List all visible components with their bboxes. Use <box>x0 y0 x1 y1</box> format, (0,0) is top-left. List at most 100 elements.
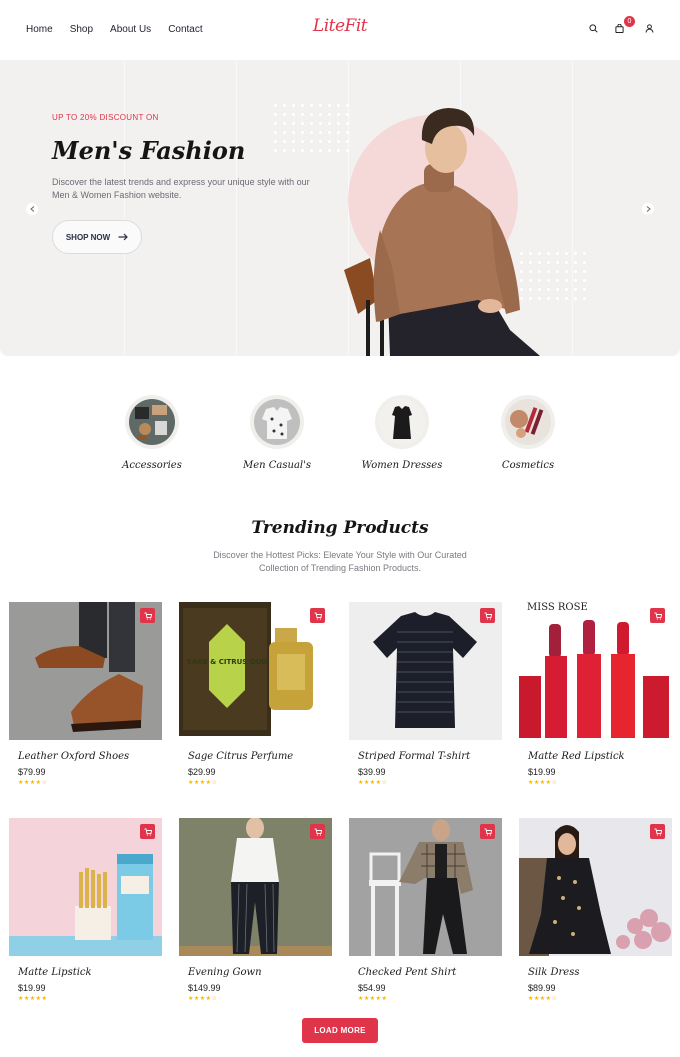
category-men-casuals[interactable]: Men Casual's <box>222 395 332 471</box>
product-rating: ★★★★☆ <box>188 996 218 1002</box>
decor-dot <box>283 122 286 125</box>
product-name[interactable]: Striped Formal T-shirt <box>358 751 502 762</box>
hero-dot-pattern <box>274 104 349 152</box>
product-card[interactable]: SAGE & CITRUS OUD Sage Citrus Perfume $2… <box>179 602 332 802</box>
shopping-bag-icon[interactable]: 0 <box>612 16 635 35</box>
product-image-striped-formal-tshirt <box>349 602 502 740</box>
load-more-button[interactable]: LOAD MORE <box>302 1018 378 1043</box>
search-icon[interactable] <box>586 21 600 35</box>
decor-dot <box>283 140 286 143</box>
category-women-dresses[interactable]: Women Dresses <box>347 395 457 471</box>
product-name[interactable]: Sage Citrus Perfume <box>188 751 332 762</box>
decor-dot <box>328 140 331 143</box>
hero-eyebrow: UP TO 20% DISCOUNT ON <box>52 113 159 122</box>
decor-dot <box>574 261 577 264</box>
decor-dot <box>319 104 322 107</box>
decor-dot <box>565 288 568 291</box>
decor-dot <box>328 149 331 152</box>
decor-dot <box>583 288 586 291</box>
decor-dot <box>319 122 322 125</box>
decor-dot <box>328 131 331 134</box>
shop-now-button[interactable]: SHOP NOW <box>52 220 142 254</box>
product-card[interactable]: Silk Dress $89.99 ★★★★☆ <box>519 818 672 1018</box>
decor-dot <box>574 297 577 300</box>
decor-dot <box>301 140 304 143</box>
decor-dot <box>556 297 559 300</box>
product-name[interactable]: Leather Oxford Shoes <box>18 751 162 762</box>
product-rating: ★★★★★ <box>358 996 388 1002</box>
product-rating: ★★★★☆ <box>188 780 218 786</box>
decor-dot <box>565 261 568 264</box>
add-to-cart-icon[interactable] <box>480 608 495 623</box>
add-to-cart-icon[interactable] <box>650 608 665 623</box>
decor-dot <box>556 288 559 291</box>
product-price: $79.99 <box>18 767 46 777</box>
add-to-cart-icon[interactable] <box>140 824 155 839</box>
trending-title: Trending Products <box>251 518 429 538</box>
decor-dot <box>583 261 586 264</box>
decor-dot <box>292 140 295 143</box>
product-card[interactable]: Evening Gown $149.99 ★★★★☆ <box>179 818 332 1018</box>
product-name[interactable]: Matte Red Lipstick <box>528 751 672 762</box>
add-to-cart-icon[interactable] <box>650 824 665 839</box>
add-to-cart-icon[interactable] <box>310 824 325 839</box>
decor-dot <box>292 113 295 116</box>
decor-dot <box>583 270 586 273</box>
main-nav: Home Shop About Us Contact <box>26 24 220 35</box>
decor-dot <box>301 113 304 116</box>
decor-dot <box>274 104 277 107</box>
category-image-frame <box>250 395 304 449</box>
product-name[interactable]: Checked Pent Shirt <box>358 967 502 978</box>
nav-home[interactable]: Home <box>26 24 53 35</box>
product-card[interactable]: Striped Formal T-shirt $39.99 ★★★★☆ <box>349 602 502 802</box>
category-label: Women Dresses <box>361 460 443 471</box>
add-to-cart-icon[interactable] <box>310 608 325 623</box>
product-name[interactable]: Silk Dress <box>528 967 672 978</box>
add-to-cart-icon[interactable] <box>480 824 495 839</box>
logo[interactable]: LiteFit <box>313 16 368 36</box>
product-image-silk-dress <box>519 818 672 956</box>
chevron-right-icon <box>646 206 651 212</box>
nav-contact[interactable]: Contact <box>168 24 202 35</box>
decor-dot <box>319 131 322 134</box>
decor-dot <box>283 113 286 116</box>
product-card[interactable]: Checked Pent Shirt $54.99 ★★★★★ <box>349 818 502 1018</box>
product-name[interactable]: Evening Gown <box>188 967 332 978</box>
nav-about-us[interactable]: About Us <box>110 24 151 35</box>
product-rating: ★★★★☆ <box>18 780 48 786</box>
product-price: $29.99 <box>188 767 216 777</box>
add-to-cart-icon[interactable] <box>140 608 155 623</box>
decor-dot <box>310 149 313 152</box>
category-accessories[interactable]: Accessories <box>97 395 207 471</box>
category-cosmetics[interactable]: Cosmetics <box>473 395 583 471</box>
accessories-image <box>129 399 175 445</box>
trending-subtitle: Discover the Hottest Picks: Elevate Your… <box>213 550 467 573</box>
category-label: Men Casual's <box>242 460 311 471</box>
product-card[interactable]: Leather Oxford Shoes $79.99 ★★★★☆ <box>9 602 162 802</box>
slider-next-button[interactable] <box>642 203 654 215</box>
decor-dot <box>574 252 577 255</box>
category-image-frame <box>501 395 555 449</box>
cart-count-badge: 0 <box>624 16 635 27</box>
decor-dot <box>301 131 304 134</box>
nav-shop[interactable]: Shop <box>70 24 93 35</box>
slider-prev-button[interactable] <box>26 203 38 215</box>
decor-dot <box>301 104 304 107</box>
decor-dot <box>565 252 568 255</box>
decor-dot <box>319 140 322 143</box>
category-image-frame <box>375 395 429 449</box>
product-image-evening-gown <box>179 818 332 956</box>
decor-dot <box>328 104 331 107</box>
product-card[interactable]: Matte Lipstick $19.99 ★★★★★ <box>9 818 162 1018</box>
decor-dot <box>574 270 577 273</box>
hero-banner: UP TO 20% DISCOUNT ON Men's Fashion Disc… <box>0 60 680 356</box>
product-card[interactable]: MISS ROSE Matte Red Lipstick $19.99 ★★★★… <box>519 602 672 802</box>
hero-title: Men's Fashion <box>52 136 246 165</box>
hero-divider <box>236 60 237 356</box>
product-rating: ★★★★★ <box>18 996 48 1002</box>
decor-dot <box>274 131 277 134</box>
product-price: $89.99 <box>528 983 556 993</box>
user-icon[interactable] <box>642 21 656 35</box>
product-name[interactable]: Matte Lipstick <box>18 967 162 978</box>
category-label: Accessories <box>122 460 182 471</box>
